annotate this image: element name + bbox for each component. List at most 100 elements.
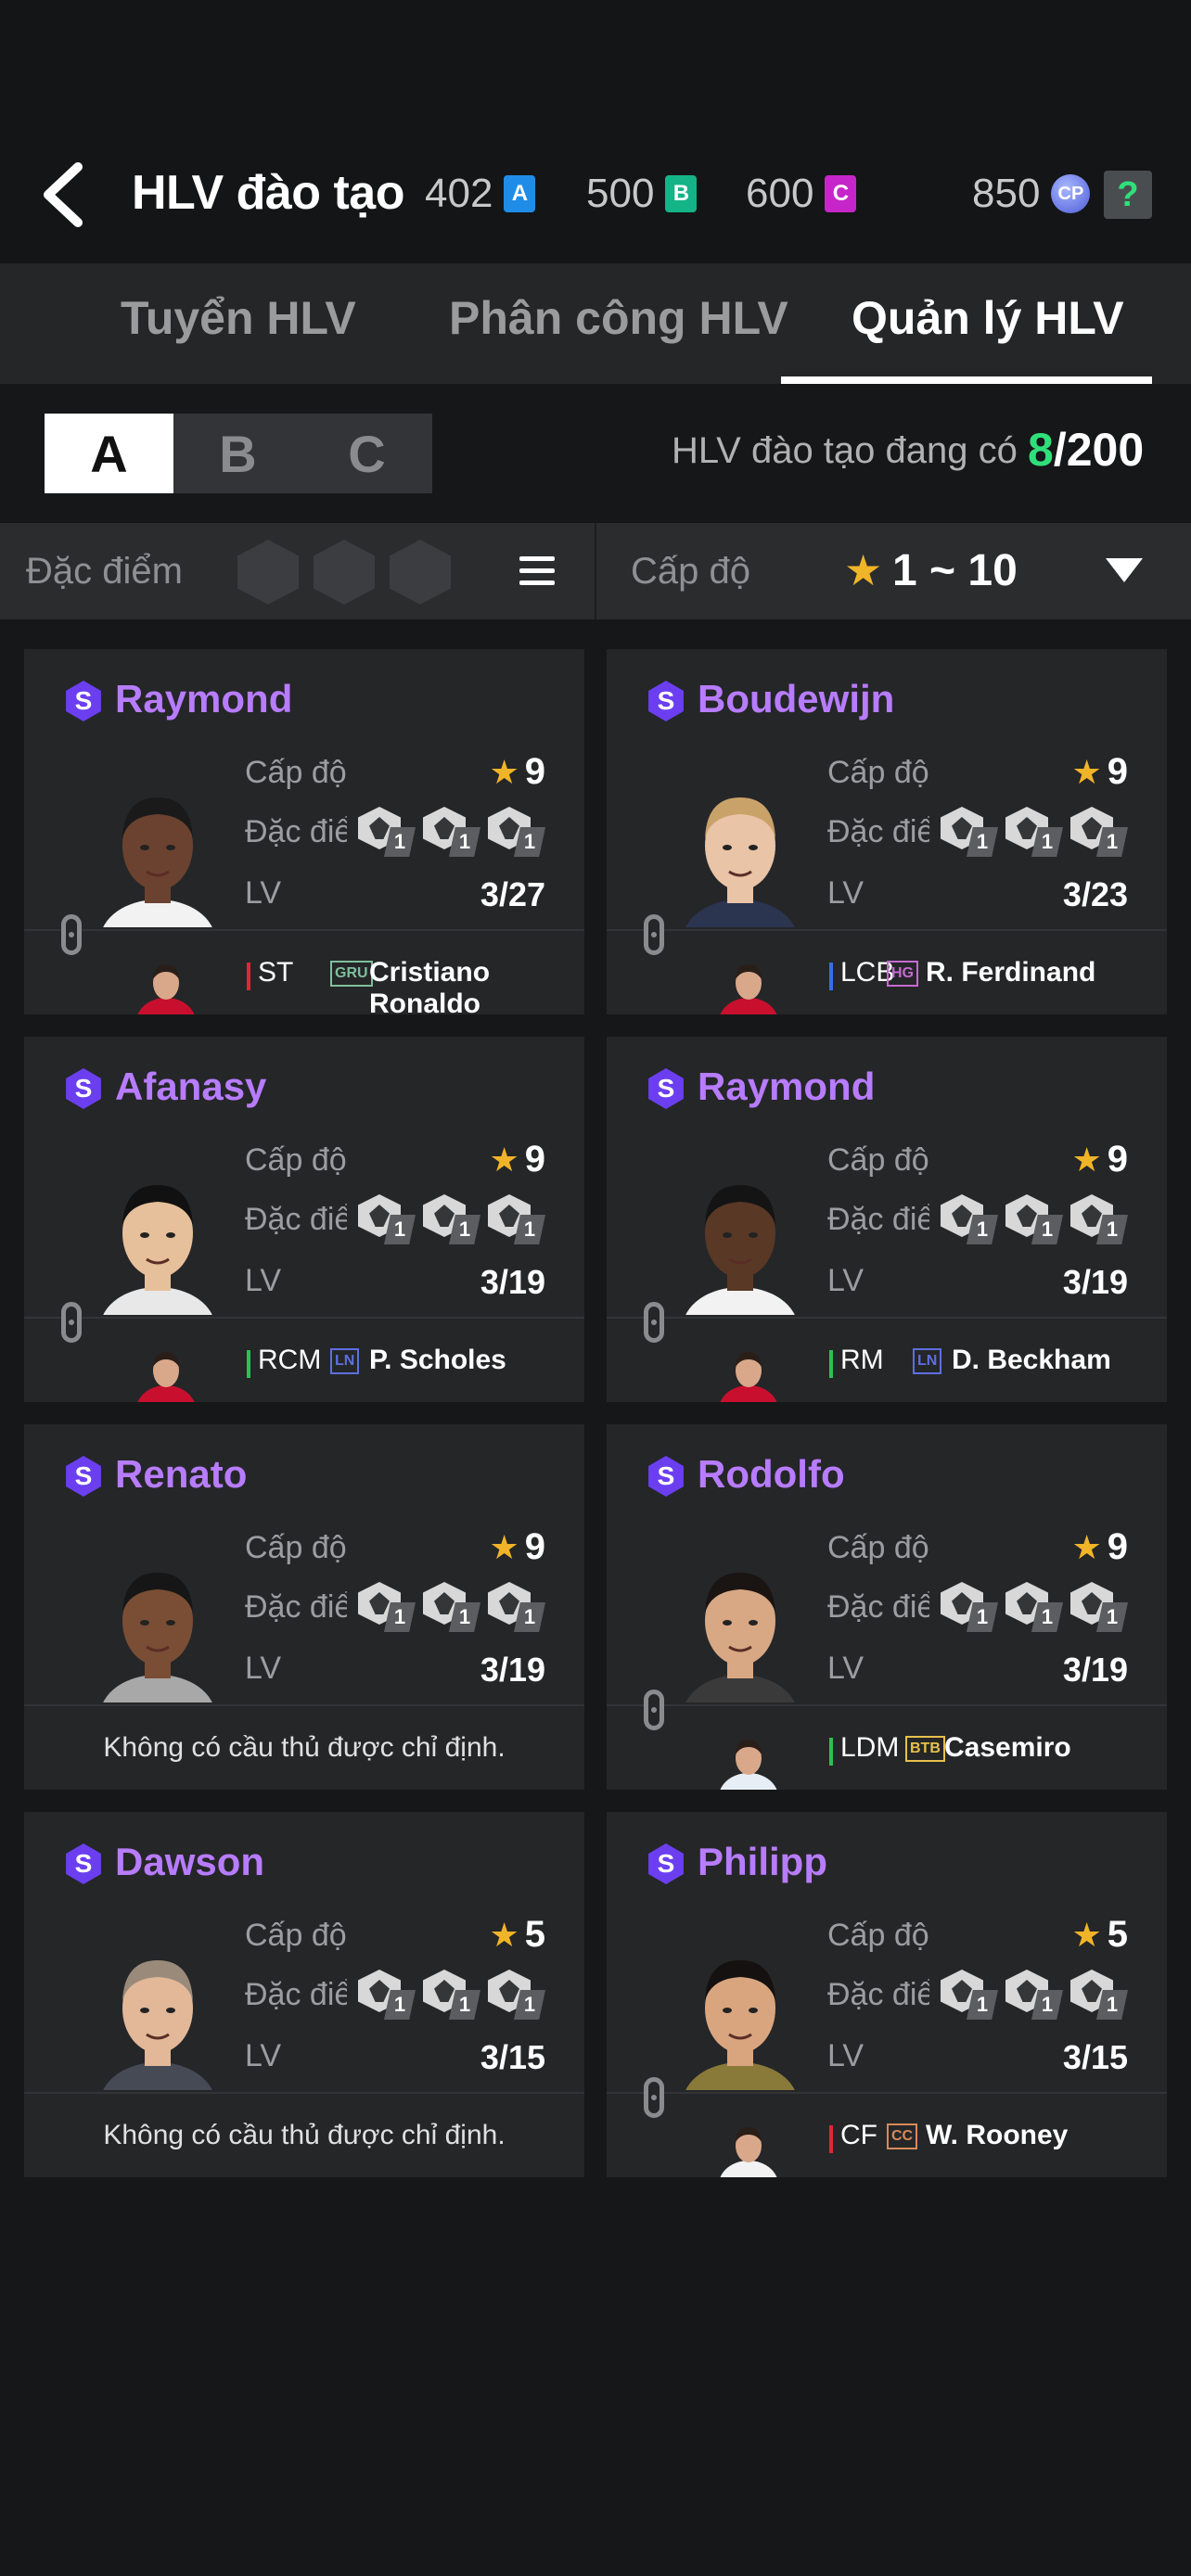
trait-filter-label[interactable]: Đặc điểm c	[26, 551, 191, 593]
coach-lv: 3/19	[480, 1651, 545, 1689]
assigned-player-name[interactable]: R. Ferdinand	[926, 957, 1095, 988]
link-chain-icon	[61, 914, 82, 955]
assigned-player-name[interactable]: W. Rooney	[926, 2120, 1068, 2151]
coach-card[interactable]: SRenatoCấp độĐặc điểmLV★93/19111Không có…	[24, 1424, 584, 1790]
coach-name: Raymond	[115, 677, 293, 721]
trait-icon[interactable]: 1	[1005, 1970, 1063, 2020]
assigned-player-name[interactable]: Casemiro	[944, 1732, 1071, 1764]
trait-icon[interactable]: 1	[488, 1194, 545, 1244]
currency-b: 500 B	[586, 171, 698, 217]
coach-lv: 3/19	[1062, 1263, 1128, 1301]
coach-portrait	[685, 1185, 795, 1315]
assigned-player-portrait	[720, 2127, 777, 2177]
trait-icon[interactable]: 1	[1005, 807, 1063, 857]
trait-icon[interactable]: 1	[1070, 1194, 1128, 1244]
trait-icon[interactable]: 1	[423, 807, 480, 857]
trait-icon[interactable]: 1	[1070, 1582, 1128, 1632]
coach-portrait	[103, 797, 212, 927]
card-divider	[607, 1317, 1167, 1319]
player-position: RM	[840, 1345, 884, 1375]
lv-label: LV	[245, 875, 282, 911]
trait-icon[interactable]: 1	[423, 1970, 480, 2020]
trait-slot-3-icon[interactable]	[390, 540, 451, 605]
card-divider	[607, 929, 1167, 931]
trait-icon[interactable]: 1	[941, 807, 998, 857]
level-label: Cấp độ	[245, 755, 347, 790]
trait-slot-2-icon[interactable]	[314, 540, 375, 605]
currency-c: 600 C	[746, 171, 857, 217]
trait-icon[interactable]: 1	[488, 1582, 545, 1632]
trait-slot-1-icon[interactable]	[237, 540, 299, 605]
trait-icon[interactable]: 1	[1070, 807, 1128, 857]
trait-icon[interactable]: 1	[358, 1970, 416, 2020]
coach-card[interactable]: SAfanasyCấp độĐặc điểmLV★93/19111RCMLNP.…	[24, 1037, 584, 1402]
coach-stars: 5	[1107, 1914, 1128, 1955]
card-divider	[607, 1704, 1167, 1706]
trait-list: 111	[358, 1970, 545, 2020]
trait-icon[interactable]: 1	[941, 1970, 998, 2020]
cp-coin-icon: CP	[1051, 174, 1091, 213]
season-badge-icon: CC	[887, 2123, 918, 2149]
group-b-button[interactable]: B	[173, 414, 302, 493]
group-a-button[interactable]: A	[45, 414, 173, 493]
lv-label: LV	[827, 1263, 864, 1298]
trait-icon[interactable]: 1	[358, 1194, 416, 1244]
coach-card[interactable]: SBoudewijnCấp độĐặc điểmLV★93/23111LCBHG…	[607, 649, 1167, 1014]
group-c-button[interactable]: C	[302, 414, 431, 493]
trait-icon[interactable]: 1	[1070, 1970, 1128, 2020]
currency-cp-value: 850	[972, 171, 1041, 216]
coach-card[interactable]: SRodolfoCấp độĐặc điểmLV★93/19111LDMBTBC…	[607, 1424, 1167, 1790]
trait-icon[interactable]: 1	[358, 807, 416, 857]
trait-icon[interactable]: 1	[941, 1194, 998, 1244]
trait-icon[interactable]: 1	[423, 1194, 480, 1244]
season-badge-icon: LN	[913, 1348, 942, 1374]
coach-lv: 3/23	[1062, 875, 1128, 913]
coach-lv: 3/27	[480, 875, 545, 913]
coach-level: ★ 5	[1071, 1914, 1128, 1956]
coach-level: ★ 9	[1071, 1139, 1128, 1180]
level-range[interactable]: 1 ~ 10	[892, 545, 1018, 596]
star-icon: ★	[844, 546, 883, 594]
grade-s-badge-icon: S	[66, 1843, 101, 1884]
coach-portrait	[685, 1960, 795, 2090]
trait-list: 111	[358, 1194, 545, 1244]
coach-count-max: /200	[1053, 424, 1145, 476]
dropdown-caret-icon[interactable]	[1106, 558, 1143, 582]
coach-card[interactable]: SRaymondCấp độĐặc điểmLV★93/27111STGRUCr…	[24, 649, 584, 1019]
star-icon: ★	[489, 1141, 519, 1179]
trait-icon[interactable]: 1	[423, 1582, 480, 1632]
trait-icon[interactable]: 1	[358, 1582, 416, 1632]
trait-list: 111	[941, 1582, 1128, 1632]
menu-list-icon[interactable]	[519, 556, 555, 586]
tab-assign-coach[interactable]: Phân công HLV	[449, 291, 788, 345]
back-arrow-icon[interactable]	[37, 158, 93, 232]
token-b-icon: B	[665, 175, 698, 212]
star-icon: ★	[1071, 1528, 1102, 1566]
trait-label: Đặc điểm	[245, 814, 347, 849]
coach-name: Afanasy	[115, 1065, 267, 1108]
assigned-player-name[interactable]: Cristiano Ronaldo	[369, 957, 584, 1020]
trait-icon[interactable]: 1	[941, 1582, 998, 1632]
coach-card[interactable]: SPhilippCấp độĐặc điểmLV★53/15111CFCCW. …	[607, 1812, 1167, 2177]
trait-icon[interactable]: 1	[488, 807, 545, 857]
coach-name: Boudewijn	[698, 677, 895, 721]
tab-manage-coach[interactable]: Quản lý HLV	[852, 291, 1124, 345]
trait-icon[interactable]: 1	[1005, 1194, 1063, 1244]
lv-label: LV	[245, 1263, 282, 1298]
filter-bar: Đặc điểm c Cấp độ ★ 1 ~ 10	[0, 523, 1191, 619]
trait-list: 111	[941, 1194, 1128, 1244]
assigned-player-portrait	[137, 1352, 195, 1402]
help-button[interactable]: ?	[1104, 171, 1152, 219]
trait-icon[interactable]: 1	[488, 1970, 545, 2020]
trait-icon[interactable]: 1	[1005, 1582, 1063, 1632]
link-chain-icon	[644, 914, 664, 955]
coach-card[interactable]: SRaymondCấp độĐặc điểmLV★93/19111RMLND. …	[607, 1037, 1167, 1402]
coach-level: ★ 9	[489, 751, 545, 793]
link-chain-icon	[644, 1690, 664, 1730]
level-label: Cấp độ	[827, 1918, 929, 1953]
coach-card[interactable]: SDawsonCấp độĐặc điểmLV★53/15111Không có…	[24, 1812, 584, 2177]
assigned-player-name[interactable]: D. Beckham	[952, 1345, 1111, 1376]
assigned-player-name[interactable]: P. Scholes	[369, 1345, 506, 1376]
tab-recruit-coach[interactable]: Tuyển HLV	[121, 291, 356, 345]
trait-list: 111	[941, 807, 1128, 857]
